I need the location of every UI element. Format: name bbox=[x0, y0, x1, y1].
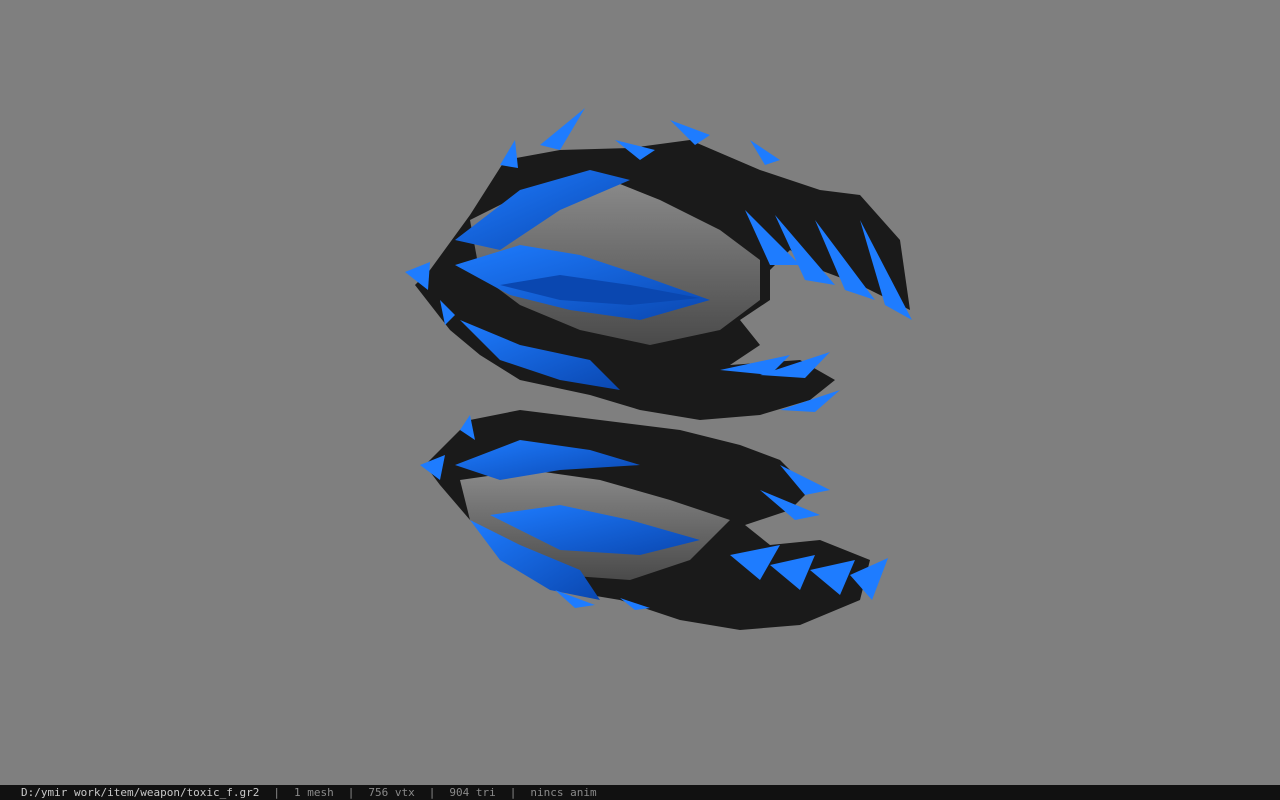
animation-status: nincs anim bbox=[530, 786, 597, 799]
3d-viewport[interactable] bbox=[0, 0, 1280, 785]
mesh-count: 1 mesh bbox=[294, 786, 334, 799]
weapon-model[interactable] bbox=[0, 0, 1280, 785]
triangle-count: 904 tri bbox=[449, 786, 496, 799]
upper-blade bbox=[405, 108, 912, 420]
file-path: D:/ymir work/item/weapon/toxic_f.gr2 bbox=[21, 786, 260, 799]
separator: | bbox=[509, 786, 517, 799]
status-bar: D:/ymir work/item/weapon/toxic_f.gr2 | 1… bbox=[0, 785, 1280, 800]
vertex-count: 756 vtx bbox=[368, 786, 415, 799]
separator: | bbox=[347, 786, 355, 799]
lower-blade bbox=[420, 410, 888, 630]
separator: | bbox=[273, 786, 281, 799]
separator: | bbox=[428, 786, 436, 799]
